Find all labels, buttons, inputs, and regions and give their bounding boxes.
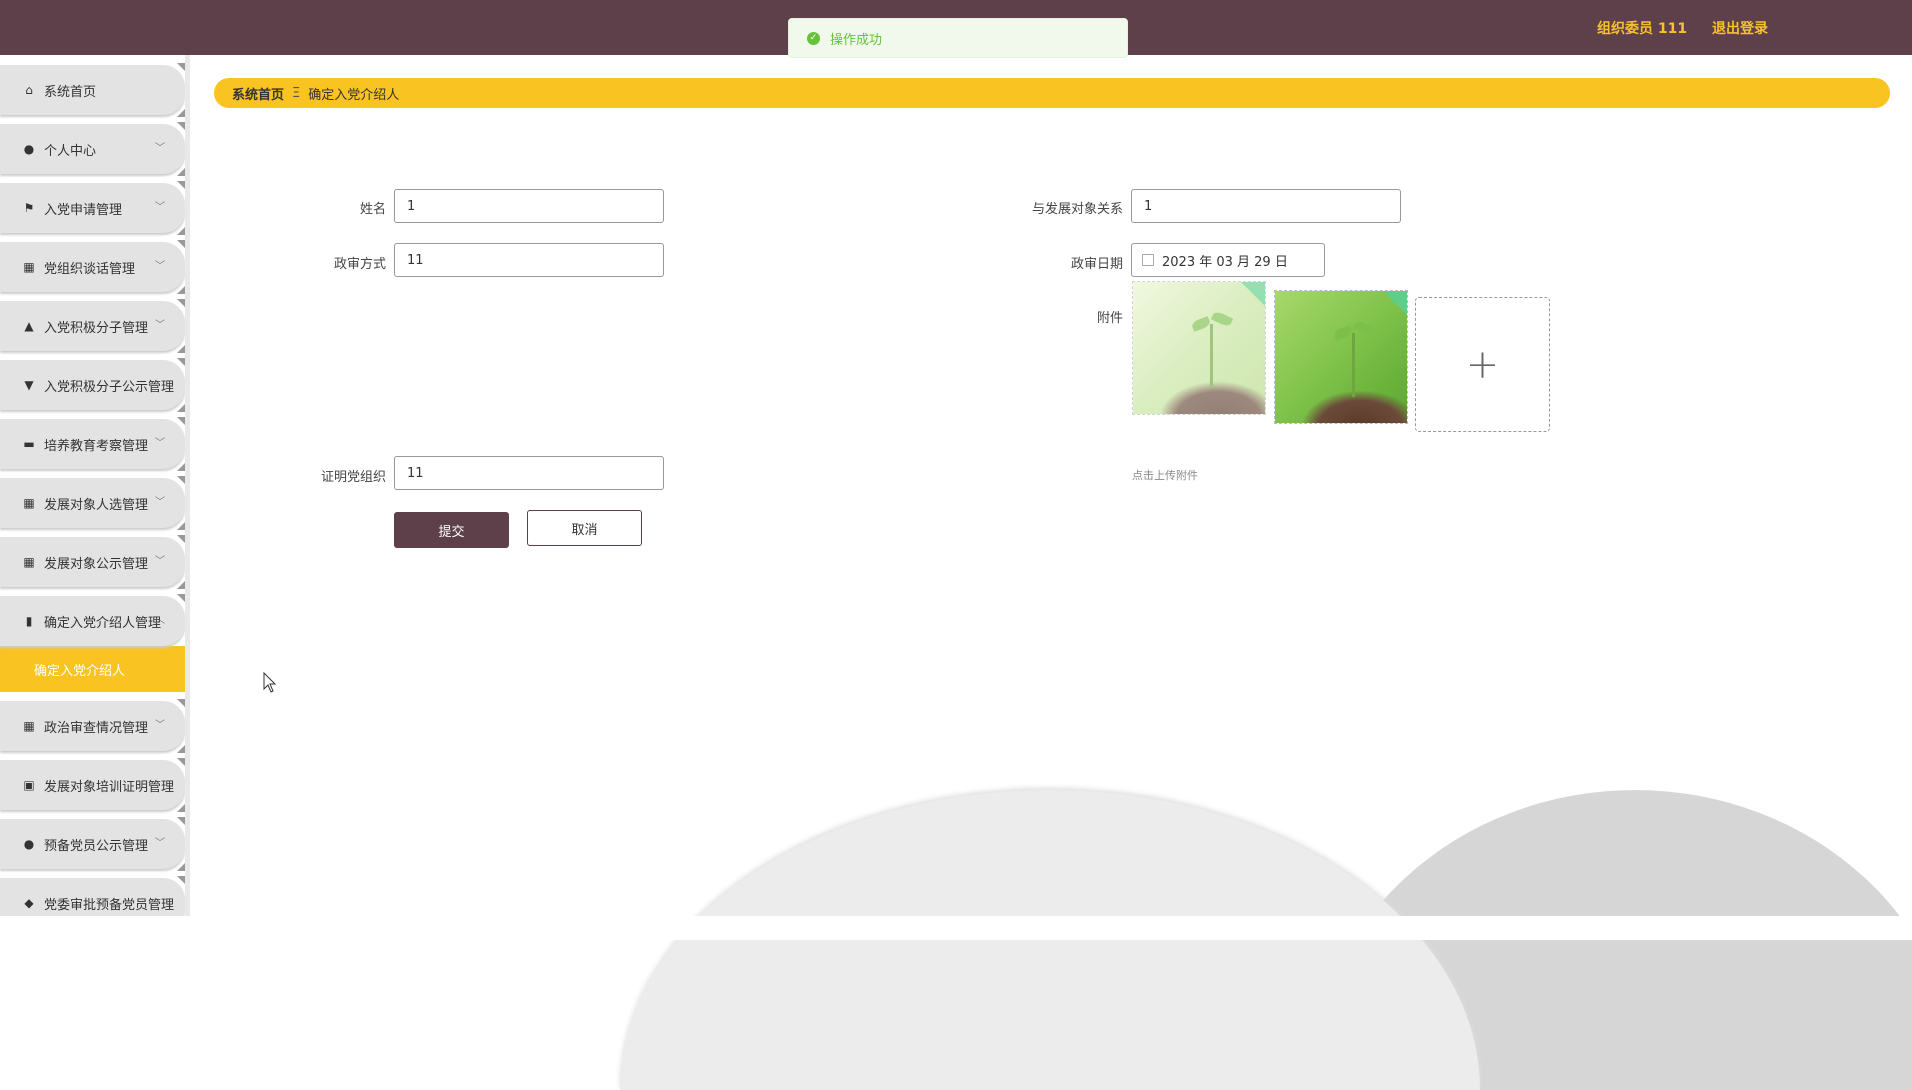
relation-field[interactable]: 1 — [1131, 189, 1401, 223]
sidebar-item-label: 政治审查情况管理 — [44, 720, 149, 736]
sidebar-item-label: 系统首页 — [44, 84, 97, 100]
success-toast: ✓ 操作成功 — [788, 18, 1128, 58]
toast-message: 操作成功 — [830, 32, 883, 48]
trash-icon: ▣ — [23, 778, 35, 792]
grid-icon: ▦ — [23, 496, 35, 510]
chevron-down-icon: ﹀ — [155, 320, 165, 331]
review-date-value: 2023 年 03 月 29 日 — [1162, 254, 1288, 270]
sidebar-item-activist[interactable]: ▲ 入党积极分子管理 ﹀ — [0, 299, 185, 353]
user-icon: ● — [23, 837, 35, 851]
sidebar-item-label: 个人中心 — [44, 143, 97, 159]
sidebar-item-label: 预备党员公示管理 — [44, 838, 149, 854]
sidebar-item-candidate-public[interactable]: ▦ 发展对象公示管理 ﹀ — [0, 535, 185, 589]
proof-org-label: 证明党组织 — [320, 470, 386, 485]
sidebar-item-talk[interactable]: ▦ 党组织谈话管理 ﹀ — [0, 240, 185, 294]
attachment-hint: 点击上传附件 — [1132, 469, 1198, 482]
plus-icon: + — [1465, 341, 1500, 388]
name-label: 姓名 — [359, 202, 386, 217]
breadcrumb-separator: Ξ — [292, 85, 301, 101]
proof-org-field[interactable]: 11 — [394, 456, 664, 490]
sidebar-item-label: 党委审批预备党员管理 — [44, 897, 175, 913]
upload-button[interactable]: + — [1415, 297, 1550, 432]
attachment-label: 附件 — [1096, 311, 1123, 326]
submenu-item-introducer[interactable]: 确定入党介绍人 — [0, 646, 185, 692]
sidebar-item-activist-public[interactable]: ▼ 入党积极分子公示管理 — [0, 358, 185, 412]
home-icon: ⌂ — [25, 83, 33, 97]
chart-line-icon: ▲ — [24, 319, 34, 333]
sidebar-item-label: 发展对象公示管理 — [44, 556, 149, 572]
footer-strip — [0, 916, 1912, 940]
current-user: 组织委员 111 — [1597, 21, 1688, 37]
location-icon: ◆ — [24, 896, 34, 910]
sidebar-item-label: 培养教育考察管理 — [44, 438, 149, 454]
sidebar: ⌂ 系统首页 ● 个人中心 ﹀ ⚑ 入党申请管理 ﹀ ▦ 党组织谈话管理 ﹀ ▲… — [0, 55, 190, 940]
chevron-down-icon: ﹀ — [155, 438, 165, 449]
decorative-hill — [620, 790, 1480, 1090]
sidebar-item-label: 入党积极分子管理 — [44, 320, 149, 336]
check-circle-icon: ✓ — [807, 31, 820, 45]
grid-icon: ▦ — [23, 555, 35, 569]
submit-button[interactable]: 提交 — [394, 512, 509, 548]
mouse-cursor-icon — [263, 672, 277, 693]
chevron-down-icon: ﹀ — [155, 720, 165, 731]
briefcase-icon: ▬ — [23, 437, 35, 451]
breadcrumb: 系统首页 Ξ 确定入党介绍人 — [214, 78, 1890, 108]
review-method-field[interactable]: 11 — [394, 243, 664, 277]
sidebar-item-label: 入党积极分子公示管理 — [44, 379, 175, 395]
chevron-down-icon: ﹀ — [155, 838, 165, 849]
chevron-down-icon: ﹀ — [155, 143, 165, 154]
attachment-image[interactable] — [1132, 281, 1266, 415]
review-method-label: 政审方式 — [333, 257, 386, 272]
sidebar-item-probationary-public[interactable]: ● 预备党员公示管理 ﹀ — [0, 817, 185, 871]
chevron-down-icon: ﹀ — [155, 261, 165, 272]
relation-label: 与发展对象关系 — [1031, 202, 1123, 217]
flag-icon: ⚑ — [23, 201, 35, 215]
sidebar-item-personal[interactable]: ● 个人中心 ﹀ — [0, 122, 185, 176]
calendar-icon — [1142, 254, 1154, 266]
sidebar-item-candidate[interactable]: ▦ 发展对象人选管理 ﹀ — [0, 476, 185, 530]
sidebar-item-political-review[interactable]: ▦ 政治审查情况管理 ﹀ — [0, 699, 185, 753]
breadcrumb-home[interactable]: 系统首页 — [232, 84, 284, 103]
name-field[interactable]: 1 — [394, 189, 664, 223]
breadcrumb-current: 确定入党介绍人 — [308, 87, 400, 103]
brush-icon: ▼ — [24, 378, 34, 392]
attachment-image[interactable] — [1274, 290, 1408, 424]
chevron-down-icon: ﹀ — [155, 202, 165, 213]
logout-link[interactable]: 退出登录 — [1712, 18, 1768, 38]
sidebar-item-introducer[interactable]: ▮ 确定入党介绍人管理 ︿ — [0, 594, 185, 646]
sidebar-item-label: 确定入党介绍人管理 — [44, 615, 162, 631]
sidebar-item-label: 发展对象培训证明管理 — [44, 779, 175, 795]
sidebar-item-label: 发展对象人选管理 — [44, 497, 149, 513]
cancel-button[interactable]: 取消 — [527, 510, 642, 546]
review-date-field[interactable]: 2023 年 03 月 29 日 — [1131, 243, 1325, 277]
bar-chart-icon: ▮ — [25, 614, 33, 628]
user-icon: ● — [23, 142, 35, 156]
sidebar-item-home[interactable]: ⌂ 系统首页 — [0, 63, 185, 117]
grid-icon: ▦ — [23, 260, 35, 274]
chevron-down-icon: ﹀ — [155, 556, 165, 567]
sidebar-item-education[interactable]: ▬ 培养教育考察管理 ﹀ — [0, 417, 185, 471]
sidebar-item-application[interactable]: ⚑ 入党申请管理 ﹀ — [0, 181, 185, 235]
review-date-label: 政审日期 — [1070, 257, 1123, 272]
chevron-down-icon: ﹀ — [155, 497, 165, 508]
sidebar-item-training-proof[interactable]: ▣ 发展对象培训证明管理 — [0, 758, 185, 812]
sidebar-item-label: 入党申请管理 — [44, 202, 123, 218]
grid-icon: ▦ — [23, 719, 35, 733]
sidebar-item-label: 党组织谈话管理 — [44, 261, 136, 277]
chevron-up-icon: ︿ — [155, 615, 165, 626]
